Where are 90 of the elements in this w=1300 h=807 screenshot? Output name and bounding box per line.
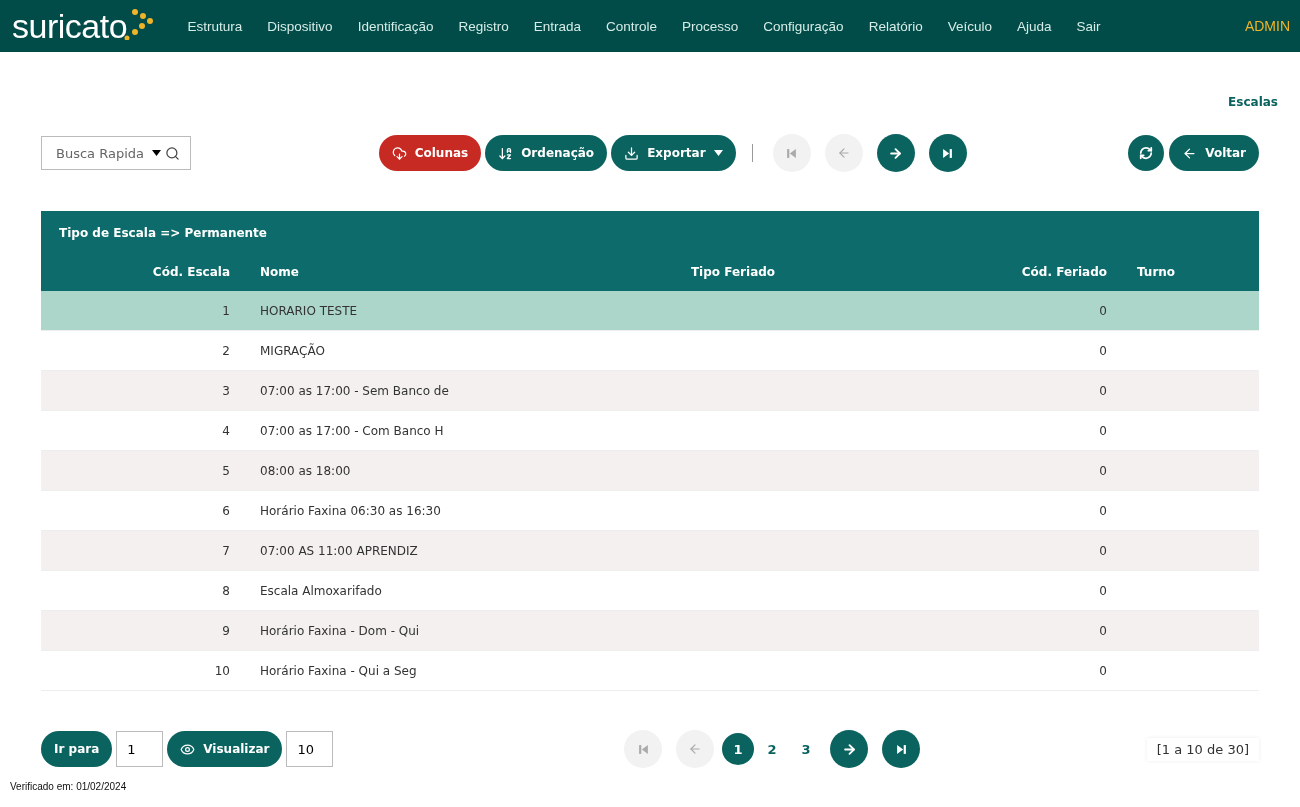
table-cell-text: Horário Faxina 06:30 as 16:30 xyxy=(260,503,442,518)
arrow-right-icon xyxy=(841,741,857,757)
table-row[interactable]: 5 08:00 as 18:00 0 xyxy=(41,451,1259,491)
table-cell-text: 3 xyxy=(221,383,230,398)
menu-item[interactable]: Estrutura xyxy=(175,18,255,34)
last-page-button[interactable] xyxy=(882,730,921,768)
last-page-icon xyxy=(895,743,907,755)
table-cell-text: 0 xyxy=(1098,423,1107,438)
last-page-icon xyxy=(942,147,954,159)
menu-item[interactable]: Processo xyxy=(669,18,751,34)
column-header[interactable]: Cód. Escala xyxy=(41,265,230,279)
table-cell-text: 0 xyxy=(1098,503,1107,518)
menu-item[interactable]: Identificação xyxy=(345,18,446,34)
download-icon xyxy=(624,145,640,161)
back-button[interactable]: Voltar xyxy=(1169,135,1259,171)
first-page-icon xyxy=(786,147,798,159)
table-cell-text: 0 xyxy=(1098,343,1107,358)
arrow-right-icon xyxy=(888,145,904,161)
menu-item[interactable]: Registro xyxy=(445,18,522,34)
page-input[interactable]: 1 xyxy=(116,731,164,767)
last-page-button[interactable] xyxy=(928,134,967,172)
menu-item[interactable]: Sair xyxy=(1064,18,1113,34)
table-cell-text: 6 xyxy=(221,503,230,518)
arrow-left-icon xyxy=(836,146,851,160)
table-cell-text: Horário Faxina - Qui a Seg xyxy=(260,663,418,678)
table-cell-text: 0 xyxy=(1098,463,1107,478)
table-cell-text: 0 xyxy=(1098,303,1107,318)
table-cell-text: 0 xyxy=(1098,543,1107,558)
page-button[interactable]: 2 xyxy=(756,733,789,765)
table-cell-text: 0 xyxy=(1098,663,1107,678)
menu-item[interactable]: Relatório xyxy=(856,18,936,34)
table-cell-text: 2 xyxy=(221,343,230,358)
menu-item[interactable]: Ajuda xyxy=(1004,18,1064,34)
menu-item[interactable]: Entrada xyxy=(521,18,594,34)
table-cell-text: 1 xyxy=(221,303,230,318)
column-header[interactable]: Tipo Feriado xyxy=(551,265,915,279)
table-row[interactable]: 7 07:00 AS 11:00 APRENDIZ 0 xyxy=(41,531,1259,571)
table-cell-text: 0 xyxy=(1098,623,1107,638)
table-cell-text: 0 xyxy=(1098,583,1107,598)
caret-icon xyxy=(152,150,161,156)
refresh-icon xyxy=(1139,146,1154,160)
columns-button[interactable]: Colunas xyxy=(378,135,482,171)
table-cell-text: 5 xyxy=(221,463,230,478)
column-header[interactable]: Nome xyxy=(260,265,521,279)
table-cell-text: HORARIO TESTE xyxy=(260,303,359,318)
table-cell-text: 7 xyxy=(221,543,230,558)
caret-icon xyxy=(713,150,723,156)
sort-button[interactable]: Ordenação xyxy=(485,135,608,171)
table-cell-text: 0 xyxy=(1098,383,1107,398)
column-header[interactable]: Cód. Feriado xyxy=(945,265,1107,279)
page-button[interactable]: 1 xyxy=(722,733,755,765)
user-name[interactable]: ADMIN xyxy=(1244,18,1290,34)
record-range: [1 a 10 de 30] xyxy=(1146,737,1259,761)
verified-date: Verificado em: 01/02/2024 xyxy=(10,781,127,792)
search-icon xyxy=(165,145,180,161)
table-cell-text: 9 xyxy=(221,623,230,638)
table-cell-text: Horário Faxina - Dom - Qui xyxy=(260,623,421,638)
table-cell-text: 08:00 as 18:00 xyxy=(260,463,352,478)
first-page-icon xyxy=(637,743,649,755)
table-cell-text: 07:00 AS 11:00 APRENDIZ xyxy=(260,543,419,558)
go-to-button[interactable]: Ir para xyxy=(41,731,113,767)
next-page-button[interactable] xyxy=(876,134,915,172)
refresh-button[interactable] xyxy=(1128,135,1165,171)
table-cell-text: MIGRAÇÃO xyxy=(260,343,326,358)
menu-item[interactable]: Dispositivo xyxy=(254,18,346,34)
table-cell-text: Escala Almoxarifado xyxy=(260,583,383,598)
table-cell-text: 8 xyxy=(221,583,230,598)
table-row[interactable]: 9 Horário Faxina - Dom - Qui 0 xyxy=(41,611,1259,651)
cloud-download-icon xyxy=(391,145,407,161)
table-row[interactable]: 3 07:00 as 17:00 - Sem Banco de 0 xyxy=(41,371,1259,411)
view-button[interactable]: Visualizar xyxy=(167,731,283,767)
logo-text: suricato xyxy=(12,6,128,46)
page-button[interactable]: 3 xyxy=(790,733,823,765)
page-title: Escalas xyxy=(1228,95,1278,111)
menu-item[interactable]: Controle xyxy=(593,18,670,34)
search-field[interactable]: Busca Rapida xyxy=(41,136,191,170)
table-cell-text: 10 xyxy=(213,663,230,678)
group-label: Tipo de Escala => Permanente xyxy=(59,226,267,240)
next-page-button[interactable] xyxy=(830,730,869,768)
table-cell-text: 07:00 as 17:00 - Sem Banco de xyxy=(260,383,450,398)
table-row[interactable]: 1 HORARIO TESTE 0 xyxy=(41,291,1259,331)
sort-icon xyxy=(498,145,514,161)
menu-item[interactable]: Veículo xyxy=(935,18,1005,34)
page-size-input[interactable]: 10 xyxy=(286,731,334,767)
eye-icon xyxy=(180,741,196,757)
table-cell-text: 4 xyxy=(221,423,230,438)
column-header[interactable]: Turno xyxy=(1137,265,1259,279)
export-button[interactable]: Exportar xyxy=(611,135,736,171)
table-cell-text: 07:00 as 17:00 - Com Banco H xyxy=(260,423,445,438)
menu-item[interactable]: Configuração xyxy=(750,18,857,34)
